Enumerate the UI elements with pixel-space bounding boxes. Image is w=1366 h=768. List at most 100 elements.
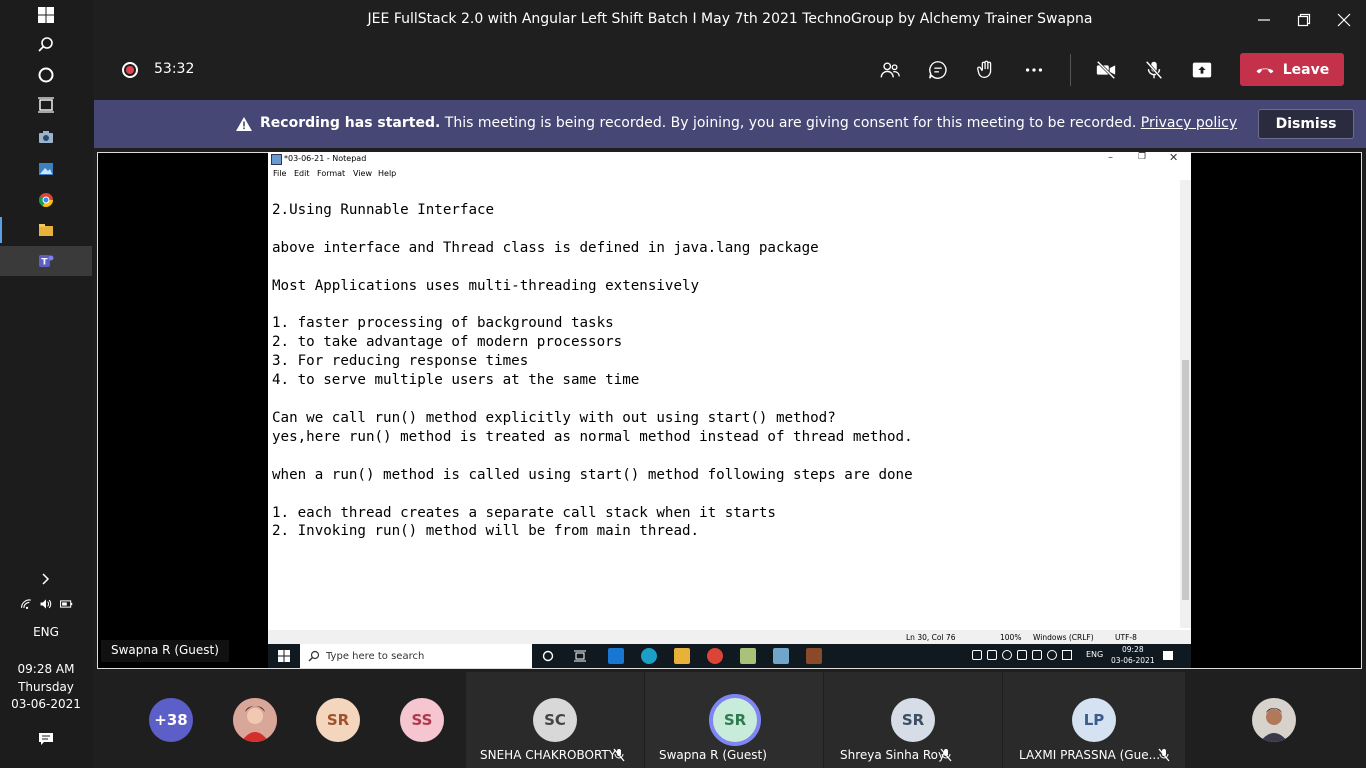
chat-button[interactable] [922, 55, 954, 85]
notepad-line: 4. to serve multiple users at the same t… [272, 372, 640, 389]
inner-notification-icon[interactable] [1163, 651, 1173, 660]
notifications-icon[interactable] [0, 724, 92, 754]
participant-name: SNEHA CHAKROBORTY [480, 748, 617, 762]
participant-avatar-sc: SC [533, 698, 577, 742]
inner-edge-icon[interactable] [641, 648, 657, 664]
notepad-line [272, 296, 913, 315]
inner-tray-icon[interactable] [972, 650, 982, 660]
people-icon [880, 62, 900, 78]
participants-button[interactable] [874, 55, 906, 85]
volume-icon[interactable] [39, 597, 53, 611]
inner-tray-icon[interactable] [1062, 650, 1072, 660]
inner-tray-icon[interactable] [987, 650, 997, 660]
raise-hand-button[interactable] [970, 55, 1002, 85]
privacy-policy-link[interactable]: Privacy policy [1141, 115, 1237, 131]
inner-explorer-icon[interactable] [674, 648, 690, 664]
status-line-ending: Windows (CRLF) [1033, 633, 1094, 642]
inner-search-placeholder: Type here to search [326, 650, 425, 662]
scrollbar-thumb[interactable] [1182, 360, 1189, 600]
participant-avatar-sr[interactable]: SR [316, 698, 360, 742]
inner-mail-icon[interactable] [608, 648, 624, 664]
participant-name: Swapna R (Guest) [659, 748, 767, 762]
inner-tray-icon[interactable] [1017, 650, 1027, 660]
menu-edit[interactable]: Edit [294, 169, 310, 178]
camera-app-icon[interactable] [0, 122, 92, 152]
teams-icon[interactable]: T [0, 246, 92, 276]
more-actions-button[interactable] [1018, 55, 1050, 85]
inner-app-icon[interactable] [806, 648, 822, 664]
inner-task-view-icon[interactable] [574, 650, 586, 662]
participants-strip: +38 SR SS SC SNEHA CHAKROBORTY SR Swapna… [94, 672, 1366, 768]
participant-tile-sneha[interactable]: SC SNEHA CHAKROBORTY [466, 672, 644, 768]
more-participants-badge[interactable]: +38 [149, 698, 193, 742]
photos-app-icon[interactable] [0, 154, 92, 184]
task-view-icon[interactable] [0, 90, 92, 120]
participant-tile-laxmi[interactable]: LP LAXMI PRASSNA (Gue... [1003, 672, 1185, 768]
search-icon[interactable] [0, 30, 92, 60]
toolbar-divider [1070, 54, 1071, 86]
participant-tile-swapna[interactable]: SR Swapna R (Guest) [645, 672, 823, 768]
notepad-close-icon[interactable]: ✕ [1169, 151, 1178, 164]
participant-tile-shreya[interactable]: SR Shreya Sinha Roy [824, 672, 1002, 768]
menu-help[interactable]: Help [378, 169, 396, 178]
inner-clock-date: 03-06-2021 [1111, 656, 1155, 665]
file-explorer-icon[interactable] [0, 215, 92, 245]
participant-avatar-ss[interactable]: SS [400, 698, 444, 742]
meeting-toolbar: 53:32 Leave [94, 40, 1366, 100]
menu-view[interactable]: View [353, 169, 372, 178]
windows-start-icon[interactable] [0, 0, 92, 30]
person-photo-icon [1252, 698, 1296, 742]
notepad-text-area[interactable]: 2.Using Runnable Interface above interfa… [272, 201, 913, 541]
inner-notepad-icon[interactable] [773, 648, 789, 664]
leave-button[interactable]: Leave [1240, 53, 1344, 86]
notepad-restore-icon[interactable]: ❐ [1138, 152, 1146, 162]
recording-banner: Recording has started. This meeting is b… [94, 100, 1366, 148]
notepad-line [272, 447, 913, 466]
clock-time[interactable]: 09:28 AM [0, 662, 92, 676]
inner-tray-icon[interactable] [1047, 650, 1057, 660]
inner-search-box[interactable]: Type here to search [300, 644, 532, 668]
meeting-timer: 53:32 [154, 61, 195, 77]
notepad-icon [271, 154, 282, 165]
chrome-icon[interactable] [0, 185, 92, 215]
svg-text:T: T [41, 258, 48, 268]
inner-language[interactable]: ENG [1086, 650, 1103, 659]
video-off-icon [1096, 60, 1116, 80]
wifi-icon[interactable] [20, 597, 34, 611]
inner-chrome-icon[interactable] [707, 648, 723, 664]
cortana-icon[interactable] [0, 60, 92, 90]
restore-button[interactable] [1284, 0, 1324, 40]
notepad-line [272, 390, 913, 409]
notepad-minimize-icon[interactable]: – [1108, 152, 1113, 163]
notepad-line [272, 485, 913, 504]
inner-clock-time[interactable]: 09:28 [1122, 645, 1144, 654]
inner-tray-icon[interactable] [1032, 650, 1042, 660]
mic-toggle-button[interactable] [1138, 55, 1170, 85]
close-button[interactable] [1324, 0, 1364, 40]
camera-toggle-button[interactable] [1090, 55, 1122, 85]
share-button[interactable] [1186, 55, 1218, 85]
inner-tray-icon[interactable] [1002, 650, 1012, 660]
dismiss-button[interactable]: Dismiss [1258, 109, 1354, 139]
hand-icon [977, 60, 992, 78]
notepad-line: when a run() method is called using star… [272, 466, 913, 483]
participant-avatar-photo[interactable] [1252, 698, 1296, 742]
status-zoom: 100% [1000, 633, 1022, 642]
minimize-icon [1258, 19, 1270, 21]
battery-icon[interactable] [59, 597, 73, 611]
minimize-button[interactable] [1244, 0, 1284, 40]
participant-avatar-photo[interactable] [233, 698, 277, 742]
notepad-line: 1. faster processing of background tasks [272, 315, 614, 332]
menu-file[interactable]: File [273, 169, 286, 178]
notepad-scrollbar[interactable] [1180, 180, 1191, 628]
notepad-window: *03-06-21 - Notepad – ❐ ✕ File Edit Form… [268, 151, 1191, 644]
window-titlebar: JEE FullStack 2.0 with Angular Left Shif… [94, 0, 1366, 40]
language-indicator[interactable]: ENG [0, 625, 92, 639]
inner-cortana-icon[interactable] [542, 650, 554, 662]
inner-start-icon[interactable] [278, 650, 290, 662]
menu-format[interactable]: Format [317, 169, 345, 178]
mic-off-icon [1145, 60, 1163, 80]
status-position: Ln 30, Col 76 [906, 633, 956, 642]
inner-paint-icon[interactable] [740, 648, 756, 664]
notepad-line: 1. each thread creates a separate call s… [272, 504, 776, 521]
